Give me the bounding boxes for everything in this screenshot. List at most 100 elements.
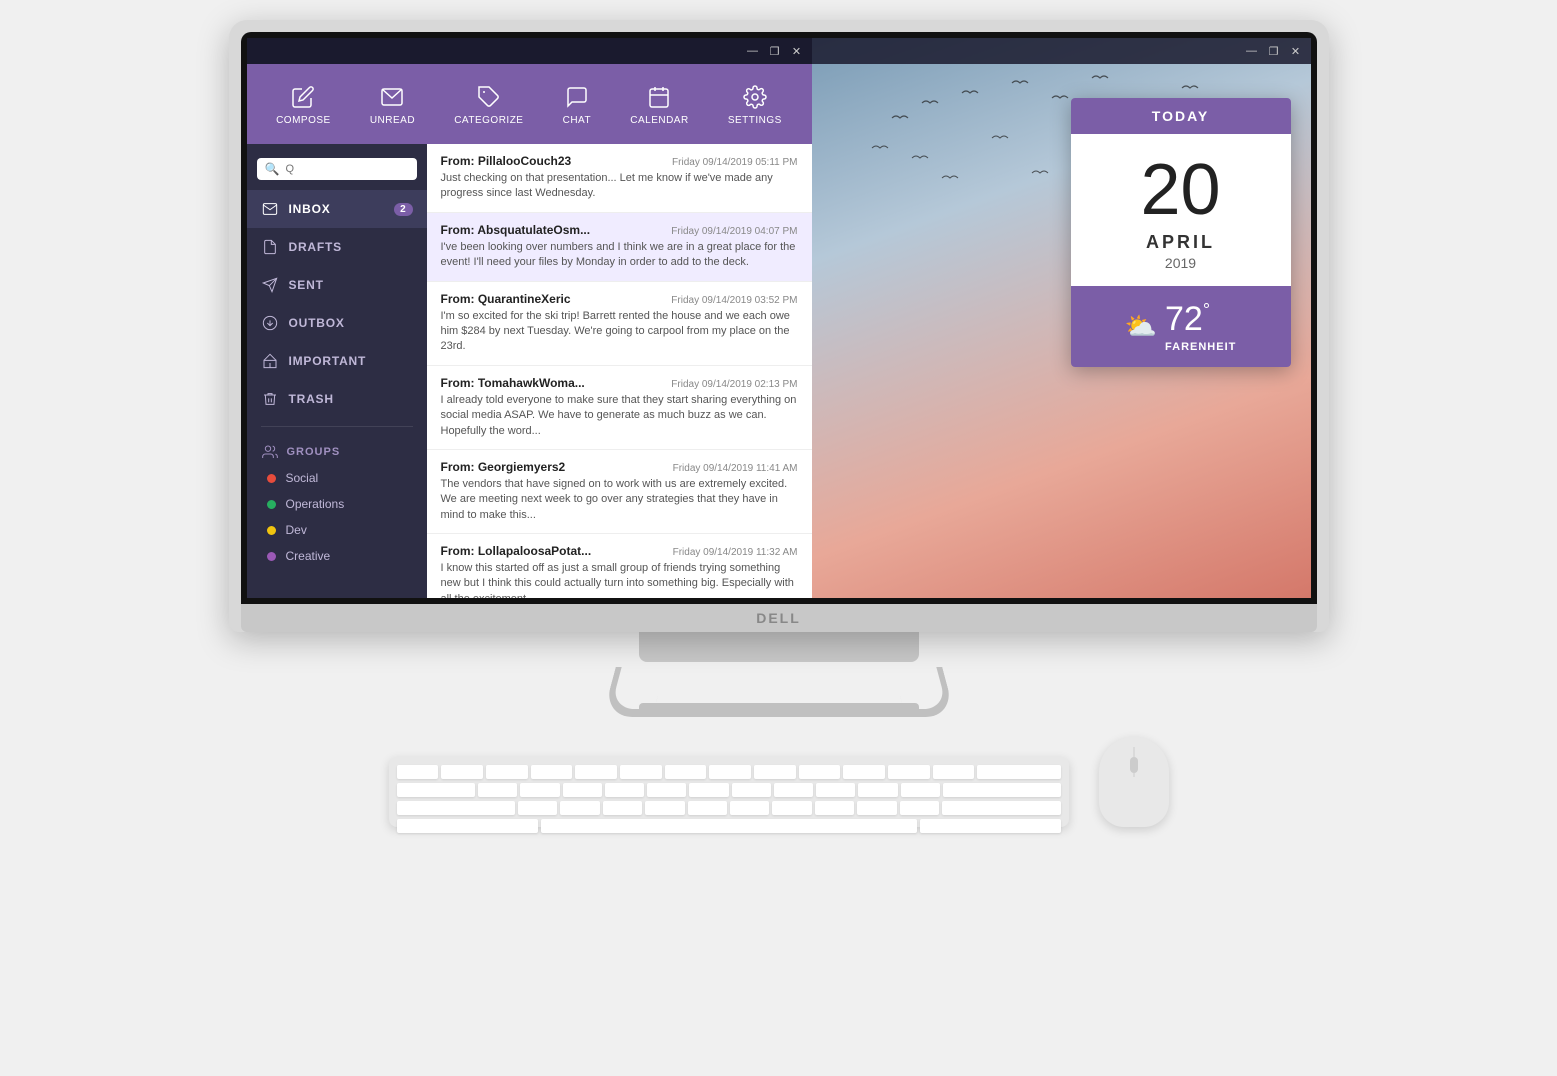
peripherals xyxy=(389,737,1169,827)
kb-key[interactable] xyxy=(603,801,642,815)
kb-key[interactable] xyxy=(709,765,751,779)
search-box[interactable]: 🔍 xyxy=(257,158,417,180)
kb-key[interactable] xyxy=(843,765,885,779)
inbox-badge: 2 xyxy=(394,203,412,216)
kb-key[interactable] xyxy=(754,765,796,779)
kb-key[interactable] xyxy=(816,783,855,797)
important-icon xyxy=(261,352,279,370)
kb-key[interactable] xyxy=(520,783,559,797)
screen-bezel: — ❐ ✕ COMPOSE xyxy=(241,32,1317,604)
kb-key[interactable] xyxy=(397,801,515,815)
toolbar-settings[interactable]: SETTINGS xyxy=(728,83,782,126)
kb-key-shift[interactable] xyxy=(397,819,538,833)
kb-key[interactable] xyxy=(799,765,841,779)
kb-spacebar[interactable] xyxy=(541,819,917,833)
search-input[interactable] xyxy=(285,163,408,175)
kb-key[interactable] xyxy=(560,801,599,815)
maximize-button[interactable]: ❐ xyxy=(768,44,782,58)
kb-key[interactable] xyxy=(441,765,483,779)
kb-key[interactable] xyxy=(943,783,1061,797)
desktop-close-button[interactable]: ✕ xyxy=(1289,44,1303,58)
kb-key[interactable] xyxy=(730,801,769,815)
email-app: — ❐ ✕ COMPOSE xyxy=(247,38,812,598)
compose-icon xyxy=(289,83,317,111)
compose-label: COMPOSE xyxy=(276,115,331,126)
creative-dot xyxy=(267,552,276,561)
email-item[interactable]: From: QuarantineXeric Friday 09/14/2019 … xyxy=(427,282,812,366)
toolbar-compose[interactable]: COMPOSE xyxy=(276,83,331,126)
email-date: Friday 09/14/2019 05:11 PM xyxy=(672,157,797,168)
weather-icon: ⛅ xyxy=(1125,311,1157,342)
sidebar-item-outbox[interactable]: OUTBOX xyxy=(247,304,427,342)
drafts-label: DRAFTS xyxy=(289,240,342,254)
kb-key[interactable] xyxy=(858,783,897,797)
inbox-icon xyxy=(261,200,279,218)
kb-key[interactable] xyxy=(665,765,707,779)
email-item[interactable]: From: PillalooCouch23 Friday 09/14/2019 … xyxy=(427,144,812,213)
group-operations[interactable]: Operations xyxy=(247,491,427,517)
kb-key[interactable] xyxy=(575,765,617,779)
group-creative[interactable]: Creative xyxy=(247,543,427,569)
kb-key[interactable] xyxy=(888,765,930,779)
kb-key[interactable] xyxy=(815,801,854,815)
settings-label: SETTINGS xyxy=(728,115,782,126)
kb-key[interactable] xyxy=(478,783,517,797)
kb-key[interactable] xyxy=(689,783,728,797)
kb-key[interactable] xyxy=(397,765,439,779)
email-item[interactable]: From: TomahawkWoma... Friday 09/14/2019 … xyxy=(427,366,812,450)
close-button[interactable]: ✕ xyxy=(790,44,804,58)
kb-key[interactable] xyxy=(933,765,975,779)
email-from: From: Georgiemyers2 xyxy=(441,460,566,474)
kb-key[interactable] xyxy=(620,765,662,779)
kb-key[interactable] xyxy=(901,783,940,797)
email-item[interactable]: From: Georgiemyers2 Friday 09/14/2019 11… xyxy=(427,450,812,534)
toolbar-chat[interactable]: CHAT xyxy=(563,83,591,126)
group-social[interactable]: Social xyxy=(247,465,427,491)
trash-icon xyxy=(261,390,279,408)
kb-key[interactable] xyxy=(518,801,557,815)
mouse[interactable] xyxy=(1099,737,1169,827)
kb-key[interactable] xyxy=(942,801,1060,815)
toolbar-categorize[interactable]: CATEGORIZE xyxy=(454,83,523,126)
desktop-minimize-button[interactable]: — xyxy=(1245,44,1259,58)
kb-key[interactable] xyxy=(772,801,811,815)
desktop-maximize-button[interactable]: ❐ xyxy=(1267,44,1281,58)
kb-key[interactable] xyxy=(605,783,644,797)
keyboard[interactable] xyxy=(389,757,1069,827)
kb-key[interactable] xyxy=(688,801,727,815)
kb-key[interactable] xyxy=(647,783,686,797)
calendar-month: APRIL xyxy=(1081,232,1281,253)
mouse-scroll-wheel[interactable] xyxy=(1130,757,1138,773)
kb-key[interactable] xyxy=(645,801,684,815)
kb-key[interactable] xyxy=(774,783,813,797)
email-item[interactable]: From: AbsquatulateOsm... Friday 09/14/20… xyxy=(427,213,812,282)
social-dot xyxy=(267,474,276,483)
unread-label: UNREAD xyxy=(370,115,415,126)
weather-bar: ⛅ 72 ° FARENHEIT xyxy=(1071,286,1291,367)
calendar-date-area: 20 APRIL 2019 xyxy=(1071,134,1291,286)
kb-key[interactable] xyxy=(732,783,771,797)
sidebar-item-sent[interactable]: SENT xyxy=(247,266,427,304)
sidebar-item-drafts[interactable]: DRAFTS xyxy=(247,228,427,266)
monitor-stand xyxy=(569,632,989,717)
kb-key[interactable] xyxy=(857,801,896,815)
kb-key[interactable] xyxy=(397,783,476,797)
sidebar-item-trash[interactable]: TRASH xyxy=(247,380,427,418)
group-dev[interactable]: Dev xyxy=(247,517,427,543)
stand-base xyxy=(569,662,989,717)
operations-dot xyxy=(267,500,276,509)
email-item[interactable]: From: LollapaloosaPotat... Friday 09/14/… xyxy=(427,534,812,598)
toolbar-calendar[interactable]: CALENDAR xyxy=(630,83,688,126)
sidebar-item-inbox[interactable]: INBOX 2 xyxy=(247,190,427,228)
sidebar-item-important[interactable]: IMPORTANT xyxy=(247,342,427,380)
minimize-button[interactable]: — xyxy=(746,44,760,58)
kb-key[interactable] xyxy=(563,783,602,797)
kb-key-shift-r[interactable] xyxy=(920,819,1061,833)
toolbar-unread[interactable]: UNREAD xyxy=(370,83,415,126)
kb-key[interactable] xyxy=(900,801,939,815)
email-preview: I've been looking over numbers and I thi… xyxy=(441,240,798,271)
kb-key[interactable] xyxy=(977,765,1060,779)
kb-key[interactable] xyxy=(531,765,573,779)
unread-icon xyxy=(378,83,406,111)
kb-key[interactable] xyxy=(486,765,528,779)
